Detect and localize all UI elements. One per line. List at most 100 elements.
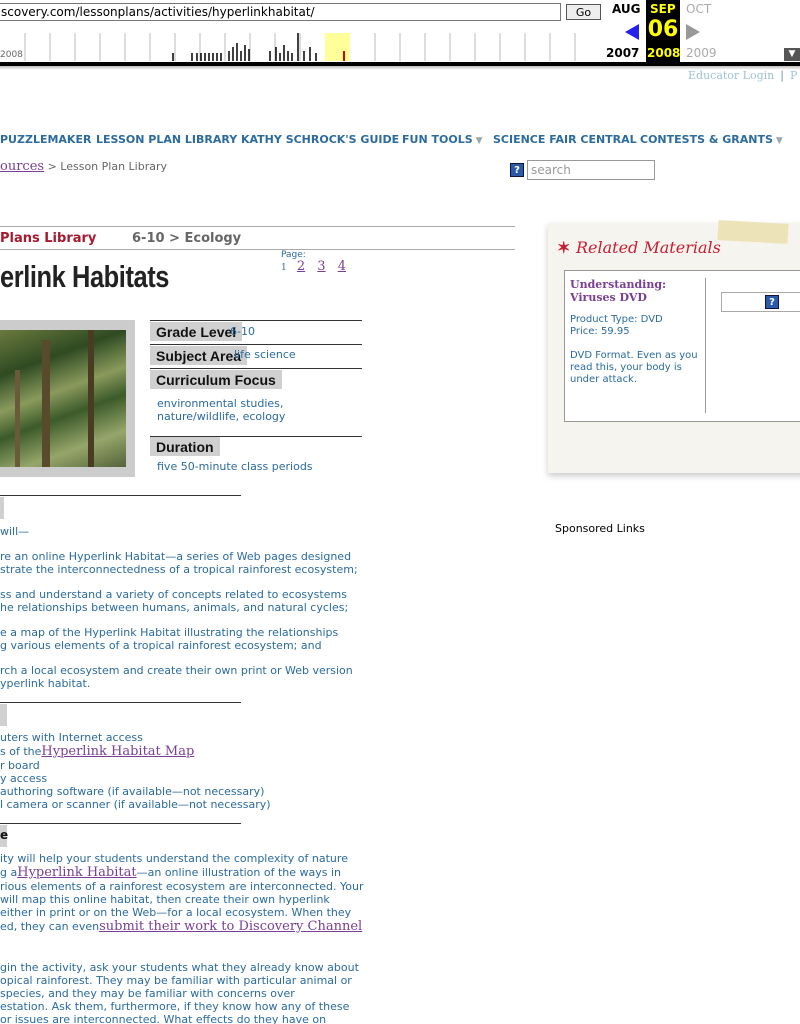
- search-help-icon[interactable]: ?: [510, 163, 524, 177]
- subject-area-value: life science: [234, 348, 296, 361]
- material-item: r board: [0, 759, 40, 772]
- pager-current-page: 1: [281, 263, 287, 273]
- grade-topic-subheading: 6-10 > Ecology: [132, 231, 242, 246]
- wayback-sparkline-year-label: 2008: [0, 50, 23, 60]
- objective-line: g various elements of a tropical rainfor…: [0, 639, 322, 652]
- wayback-year-current: 2008: [647, 46, 681, 60]
- procedure-text: opical rainforest. They may be familiar …: [0, 974, 352, 987]
- procedure-text: rious elements of a rainforest ecosystem…: [0, 880, 364, 893]
- wayback-month-current: SEP: [650, 2, 676, 16]
- objective-item: rch a local ecosystem and create their o…: [0, 664, 353, 690]
- info-rule: [150, 344, 362, 345]
- objective-line: yperlink habitat.: [0, 677, 91, 690]
- info-rule: [150, 368, 362, 369]
- procedure-text: ity will help your students understand t…: [0, 852, 348, 865]
- submit-work-link[interactable]: submit their work to Discovery Channel: [99, 919, 362, 934]
- nav-fun-tools[interactable]: FUN TOOLS ▼: [402, 133, 483, 146]
- objective-line: re an online Hyperlink Habitat—a series …: [0, 550, 352, 563]
- pager-page-link[interactable]: 4: [338, 259, 346, 274]
- product-title-line: Viruses DVD: [570, 291, 647, 304]
- wayback-collapse-icon[interactable]: ▼: [784, 48, 800, 61]
- material-item: authoring software (if available—not nec…: [0, 785, 265, 798]
- nav-kathy-schrocks-guide[interactable]: KATHY SCHROCK'S GUIDE: [241, 133, 399, 146]
- hyperlink-habitat-map-link[interactable]: Hyperlink Habitat Map: [41, 744, 194, 759]
- product-type: Product Type: DVD: [570, 314, 663, 325]
- desc-line: under attack.: [570, 374, 638, 385]
- duration-value: five 50-minute class periods: [157, 460, 313, 473]
- procedure-text: either in print or on the Web—for a loca…: [0, 906, 352, 919]
- nav-contests-grants[interactable]: CONTESTS & GRANTS ▼: [640, 133, 783, 146]
- nav-label: CONTESTS & GRANTS: [640, 133, 773, 146]
- objective-item: e a map of the Hyperlink Habitat illustr…: [0, 626, 338, 652]
- procedure-text: ed, they can evensubmit their work to Di…: [0, 919, 362, 934]
- breadcrumb-current: Lesson Plan Library: [60, 160, 168, 173]
- nav-science-fair-central[interactable]: SCIENCE FAIR CENTRAL: [493, 133, 637, 146]
- nav-puzzlemaker[interactable]: PUZZLEMAKER: [0, 133, 91, 146]
- wayback-day: 06: [647, 17, 679, 42]
- product-description: DVD Format. Even as you read this, your b…: [570, 350, 698, 386]
- related-materials-title: ✶ Related Materials: [557, 238, 721, 257]
- procedure-text: will map this online habitat, then creat…: [0, 893, 330, 906]
- procedure-text: estation. Ask them, furthermore, if they…: [0, 1000, 350, 1013]
- procedure-text-part: —an online illustration of the ways in: [136, 866, 342, 879]
- procedure-text: species, and they may be familiar with c…: [0, 987, 295, 1000]
- lesson-plans-library-heading: Plans Library: [0, 231, 97, 246]
- material-item: s of theHyperlink Habitat Map: [0, 744, 194, 759]
- product-price: Price: 59.95: [570, 326, 630, 337]
- wayback-toolbar: scovery.com/lessonplans/activities/hyper…: [0, 0, 800, 70]
- duration-label: Duration: [150, 437, 220, 456]
- tape-decoration: [717, 220, 789, 244]
- curriculum-focus-label: Curriculum Focus: [150, 370, 282, 389]
- info-rule: [150, 320, 362, 321]
- procedure-text-part: ed, they can even: [0, 920, 100, 933]
- wayback-next-arrow-icon: [686, 24, 700, 40]
- procedure-text: or issues are interconnected. What effec…: [0, 1013, 327, 1024]
- pager: 1 2 3 4: [281, 259, 354, 274]
- breadcrumb-resources-link[interactable]: ources: [0, 159, 44, 174]
- procedure-text: g aHyperlink Habitat—an online illustrat…: [0, 865, 341, 880]
- objective-item: re an online Hyperlink Habitat—a series …: [0, 550, 358, 576]
- educator-login-link[interactable]: Educator Login: [688, 69, 774, 82]
- wayback-year-next: 2009: [686, 46, 717, 60]
- educator-extra-link[interactable]: P: [790, 69, 797, 82]
- section-rule-bottom: [0, 249, 515, 250]
- procedure-text-part: g a: [0, 866, 18, 879]
- help-icon[interactable]: ?: [765, 295, 779, 309]
- desc-line: read this, your body is: [570, 362, 682, 373]
- pager-page-link[interactable]: 3: [317, 259, 325, 274]
- procedure-tab: e: [0, 825, 8, 847]
- pager-page-link[interactable]: 2: [297, 259, 305, 274]
- curriculum-focus-line-2: nature/wildlife, ecology: [157, 410, 286, 423]
- material-item: uters with Internet access: [0, 731, 143, 744]
- related-ad-slot: [721, 292, 800, 312]
- link-separator: |: [780, 69, 784, 82]
- section-rule-top: [0, 226, 515, 227]
- material-text: s of the: [0, 745, 42, 758]
- related-materials-label: Related Materials: [575, 238, 721, 257]
- objective-line: he relationships between humans, animals…: [0, 601, 349, 614]
- wayback-go-button[interactable]: Go: [566, 4, 601, 20]
- wayback-capture-sparkline[interactable]: [0, 33, 600, 61]
- wayback-year-prev[interactable]: 2007: [606, 46, 639, 60]
- objectives-rule: [0, 495, 241, 496]
- objective-line: rch a local ecosystem and create their o…: [0, 664, 353, 677]
- objective-line: ss and understand a variety of concepts …: [0, 588, 347, 601]
- hyperlink-habitat-link[interactable]: Hyperlink Habitat: [17, 865, 136, 880]
- rainforest-photo: [0, 330, 126, 467]
- nav-lesson-plan-library[interactable]: LESSON PLAN LIBRARY: [96, 133, 237, 146]
- materials-tab: [0, 704, 7, 726]
- procedure-text: gin the activity, ask your students what…: [0, 961, 359, 974]
- procedure-rule: [0, 823, 241, 824]
- dropdown-arrow-icon: ▼: [775, 136, 783, 146]
- related-product-title[interactable]: Understanding: Viruses DVD: [570, 278, 666, 304]
- nav-label: SCIENCE FAIR CENTRAL: [493, 133, 637, 146]
- desc-line: DVD Format. Even as you: [570, 350, 698, 361]
- page-title: erlink Habitats: [0, 259, 170, 294]
- wayback-url-input[interactable]: scovery.com/lessonplans/activities/hyper…: [0, 3, 561, 21]
- wayback-month-prev[interactable]: AUG: [612, 2, 641, 16]
- search-input[interactable]: search: [527, 160, 655, 180]
- wayback-prev-arrow-icon[interactable]: [625, 24, 639, 40]
- product-title-line: Understanding:: [570, 278, 667, 291]
- breadcrumb-separator: >: [47, 160, 57, 173]
- wayback-shadow: [0, 66, 800, 70]
